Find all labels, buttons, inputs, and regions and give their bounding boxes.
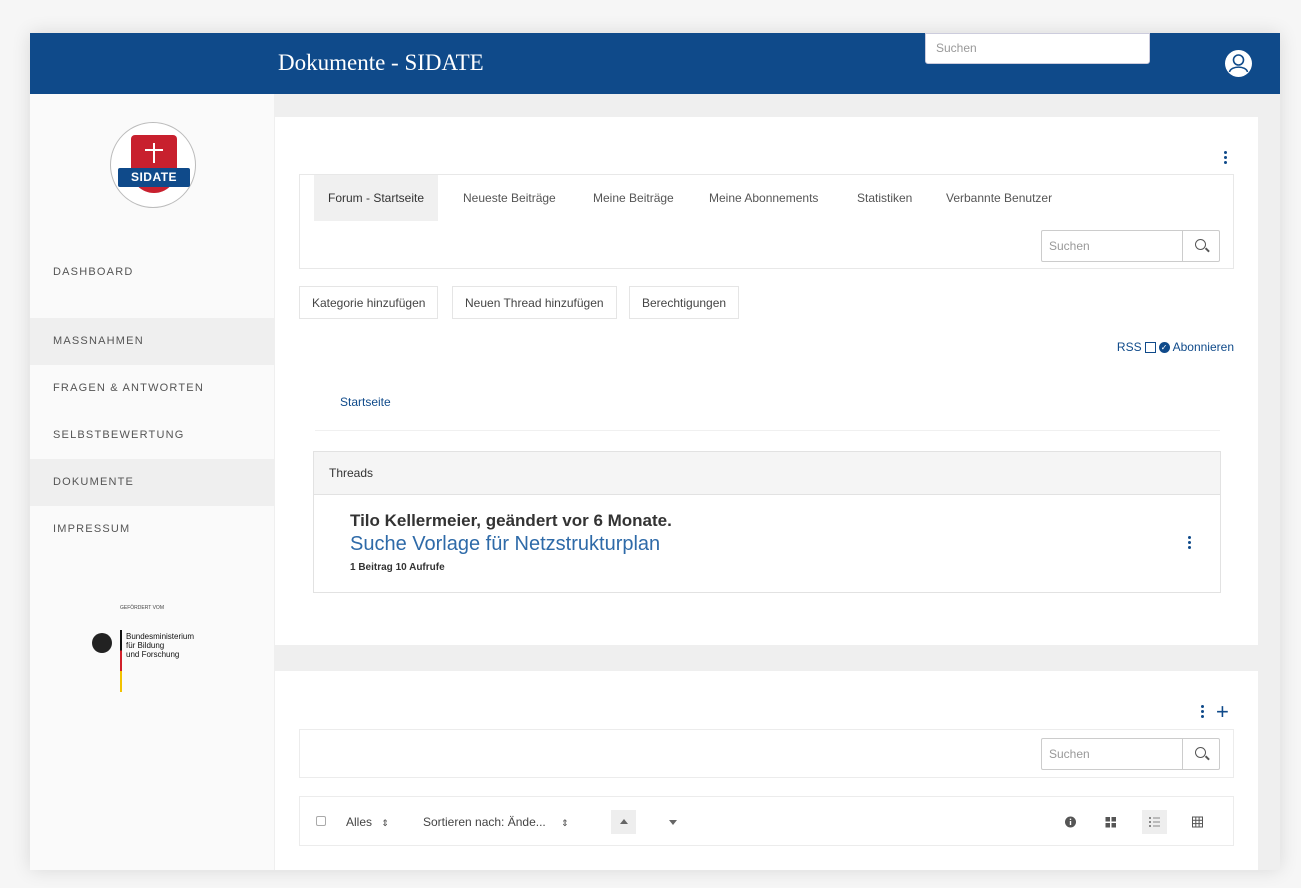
tab-statistiken[interactable]: Statistiken <box>843 175 926 221</box>
user-avatar[interactable] <box>1225 50 1252 77</box>
tab-verbannte-benutzer[interactable]: Verbannte Benutzer <box>932 175 1066 221</box>
table-icon <box>1192 816 1203 828</box>
sponsor-label: GEFÖRDERT VOM <box>120 605 164 611</box>
select-dropdown[interactable]: Alles ⇕ <box>346 815 389 829</box>
updown-icon: ⇕ <box>381 818 389 828</box>
arrow-up-icon <box>620 819 628 824</box>
add-thread-button[interactable]: Neuen Thread hinzufügen <box>452 286 617 319</box>
sponsor-name: Bundesministerium für Bildung und Forsch… <box>126 632 195 659</box>
forum-search-button[interactable] <box>1183 231 1219 261</box>
breadcrumb[interactable]: Startseite <box>340 395 391 409</box>
sidebar-item-dashboard[interactable]: DASHBOARD <box>30 249 274 296</box>
thread-author-meta: Tilo Kellermeier, geändert vor 6 Monate. <box>350 511 672 530</box>
logo-text: SIDATE <box>118 168 190 187</box>
forum-search: Suchen <box>1041 230 1220 262</box>
documents-toolbar: Alles ⇕ Sortieren nach: Ände... ⇕ <box>299 796 1234 846</box>
threads-table: Threads Tilo Kellermeier, geändert vor 6… <box>313 451 1221 593</box>
user-icon <box>1228 54 1249 73</box>
sidebar: SIDATE DASHBOARD MASSNAHMEN FRAGEN & ANT… <box>30 94 274 870</box>
sort-dropdown[interactable]: Sortieren nach: Ände... ⇕ <box>423 815 569 829</box>
subscribe-link[interactable]: Abonnieren <box>1173 340 1234 354</box>
search-icon <box>1195 747 1206 758</box>
forum-search-input[interactable]: Suchen <box>1042 231 1183 261</box>
divider <box>315 430 1220 431</box>
thread-title-link[interactable]: Suche Vorlage für Netzstrukturplan <box>350 533 660 556</box>
table-view-button[interactable] <box>1185 810 1210 834</box>
sidate-logo[interactable]: SIDATE <box>110 122 196 208</box>
forum-options-icon[interactable] <box>1224 151 1227 166</box>
tab-forum-startseite[interactable]: Forum - Startseite <box>314 175 439 221</box>
top-bar: Dokumente - SIDATE Suchen <box>30 33 1280 94</box>
page-title: Dokumente - SIDATE <box>278 50 484 75</box>
threads-header: Threads <box>314 452 1220 495</box>
sidebar-item-impressum[interactable]: IMPRESSUM <box>30 506 274 553</box>
sort-ascending-button[interactable] <box>611 810 636 834</box>
documents-search-input[interactable]: Suchen <box>1042 739 1183 769</box>
documents-panel: + Suchen Alles ⇕ Sortieren nach: Ände...… <box>275 671 1258 870</box>
select-all-checkbox[interactable] <box>316 816 326 826</box>
info-button[interactable] <box>1058 810 1083 834</box>
tab-meine-abonnements[interactable]: Meine Abonnements <box>695 175 832 221</box>
sidebar-item-fragen-antworten[interactable]: FRAGEN & ANTWORTEN <box>30 365 274 412</box>
thread-options-icon[interactable] <box>1188 536 1191 551</box>
check-circle-icon: ✓ <box>1158 341 1170 353</box>
add-icon[interactable]: + <box>1216 701 1229 723</box>
tab-meine-beitraege[interactable]: Meine Beiträge <box>579 175 688 221</box>
list-view-button[interactable] <box>1142 810 1167 834</box>
forum-nav: Forum - Startseite Neueste Beiträge Mein… <box>299 174 1234 269</box>
documents-search-bar: Suchen <box>299 729 1234 778</box>
rss-link[interactable]: RSS <box>1117 340 1142 354</box>
updown-icon: ⇕ <box>561 818 569 828</box>
documents-search: Suchen <box>1041 738 1220 770</box>
sidebar-item-selbstbewertung[interactable]: SELBSTBEWERTUNG <box>30 412 274 459</box>
documents-options-icon[interactable] <box>1201 705 1204 720</box>
forum-panel: Forum - Startseite Neueste Beiträge Mein… <box>275 117 1258 645</box>
list-icon <box>1149 817 1160 827</box>
federal-eagle-icon <box>92 633 112 653</box>
grid-cards-icon <box>1105 817 1116 828</box>
cards-view-button[interactable] <box>1098 810 1123 834</box>
sidebar-item-dokumente[interactable]: DOKUMENTE <box>30 459 274 506</box>
rss-subscribe-row: RSS ✓ Abonnieren <box>1117 340 1234 354</box>
app-window: Dokumente - SIDATE Suchen SIDATE DASHBOA… <box>30 33 1280 870</box>
external-link-icon[interactable] <box>1144 341 1156 353</box>
tab-neueste-beitraege[interactable]: Neueste Beiträge <box>449 175 570 221</box>
sidebar-item-massnahmen[interactable]: MASSNAHMEN <box>30 318 274 365</box>
thread-stats: 1 Beitrag 10 Aufrufe <box>350 562 445 573</box>
global-search-input[interactable]: Suchen <box>925 33 1150 64</box>
sort-descending-button[interactable] <box>660 810 685 834</box>
flag-stripe <box>120 630 122 692</box>
add-category-button[interactable]: Kategorie hinzufügen <box>299 286 439 319</box>
arrow-down-icon <box>669 820 677 825</box>
documents-search-button[interactable] <box>1183 739 1219 769</box>
search-icon <box>1195 239 1206 250</box>
info-icon <box>1065 816 1076 828</box>
permissions-button[interactable]: Berechtigungen <box>629 286 740 319</box>
